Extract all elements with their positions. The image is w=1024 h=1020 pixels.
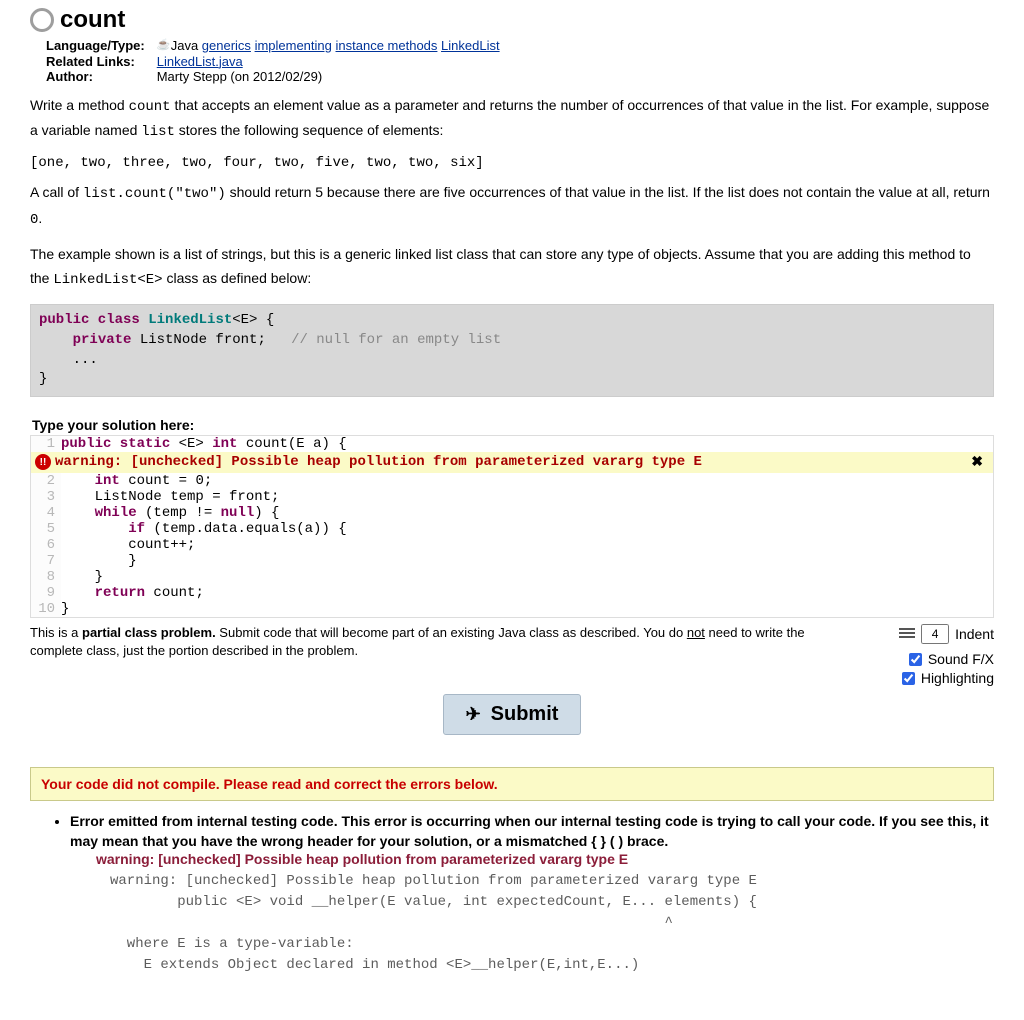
editor-line[interactable]: 1public static <E> int count(E a) { <box>31 436 993 452</box>
page-title: count <box>30 6 994 34</box>
meta-link[interactable]: implementing <box>255 38 332 53</box>
submit-label: Submit <box>491 703 559 726</box>
sound-fx-checkbox[interactable]: Sound F/X <box>874 650 994 669</box>
editor-line[interactable]: 3 ListNode temp = front; <box>31 489 993 505</box>
line-code[interactable]: } <box>61 553 993 569</box>
editor-line[interactable]: 4 while (temp != null) { <box>31 505 993 521</box>
class-definition: public class LinkedList<E> { private Lis… <box>30 304 994 396</box>
indent-input[interactable] <box>921 624 949 644</box>
rocket-icon: ✈ <box>466 704 481 725</box>
line-code[interactable]: public static <E> int count(E a) { <box>61 436 993 452</box>
meta-link[interactable]: generics <box>202 38 251 53</box>
line-number: 7 <box>31 553 61 569</box>
editor-line[interactable]: 10} <box>31 601 993 617</box>
editor-warning-text: warning: [unchecked] Possible heap pollu… <box>55 454 702 470</box>
close-icon[interactable]: ✖ <box>967 454 987 471</box>
line-number: 6 <box>31 537 61 553</box>
warning-icon: !! <box>35 454 51 470</box>
solution-label: Type your solution here: <box>32 417 994 433</box>
line-code[interactable]: count++; <box>61 537 993 553</box>
error-list: Error emitted from internal testing code… <box>30 811 994 977</box>
title-text: count <box>60 6 125 34</box>
line-code[interactable]: return count; <box>61 585 993 601</box>
line-code[interactable]: int count = 0; <box>61 473 993 489</box>
line-number: 1 <box>31 436 61 452</box>
partial-class-note: This is a partial class problem. Submit … <box>30 624 854 688</box>
editor-line[interactable]: 9 return count; <box>31 585 993 601</box>
description-p3: The example shown is a list of strings, … <box>30 243 994 293</box>
line-code[interactable]: } <box>61 601 993 617</box>
code-editor[interactable]: 1public static <E> int count(E a) {!!war… <box>30 435 994 618</box>
example-sequence: [one, two, three, two, four, two, five, … <box>30 155 994 171</box>
meta-label: Related Links: <box>44 54 155 69</box>
line-code[interactable]: } <box>61 569 993 585</box>
error-item: Error emitted from internal testing code… <box>70 811 994 977</box>
editor-line[interactable]: 6 count++; <box>31 537 993 553</box>
editor-line[interactable]: 5 if (temp.data.equals(a)) { <box>31 521 993 537</box>
line-number: 5 <box>31 521 61 537</box>
meta-label: Author: <box>44 69 155 84</box>
line-number: 9 <box>31 585 61 601</box>
meta-value: LinkedList.java <box>155 54 502 69</box>
line-number: 3 <box>31 489 61 505</box>
meta-value: Java generics implementing instance meth… <box>155 38 502 54</box>
line-number: 4 <box>31 505 61 521</box>
line-number: 10 <box>31 601 61 617</box>
highlighting-checkbox[interactable]: Highlighting <box>874 669 994 688</box>
line-number: 8 <box>31 569 61 585</box>
line-number: 2 <box>31 473 61 489</box>
line-code[interactable]: if (temp.data.equals(a)) { <box>61 521 993 537</box>
submit-button[interactable]: ✈ Submit <box>443 694 582 735</box>
editor-line[interactable]: 2 int count = 0; <box>31 473 993 489</box>
editor-line[interactable]: 7 } <box>31 553 993 569</box>
line-code[interactable]: ListNode temp = front; <box>61 489 993 505</box>
description-p1: Write a method count that accepts an ele… <box>30 94 994 146</box>
meta-link[interactable]: LinkedList.java <box>157 54 243 69</box>
line-code[interactable]: while (temp != null) { <box>61 505 993 521</box>
metadata-table: Language/Type:Java generics implementing… <box>44 38 502 84</box>
indent-label: Indent <box>955 626 994 642</box>
meta-label: Language/Type: <box>44 38 155 54</box>
compile-error-banner: Your code did not compile. Please read a… <box>30 767 994 801</box>
editor-line[interactable]: 8 } <box>31 569 993 585</box>
indent-icon <box>899 628 915 640</box>
java-icon <box>157 40 169 54</box>
editor-warning-row: !!warning: [unchecked] Possible heap pol… <box>31 452 993 473</box>
status-circle-icon <box>30 8 54 32</box>
meta-value: Marty Stepp (on 2012/02/29) <box>155 69 502 84</box>
description-p2: A call of list.count("two") should retur… <box>30 181 994 233</box>
meta-link[interactable]: LinkedList <box>441 38 500 53</box>
meta-link[interactable]: instance methods <box>336 38 438 53</box>
